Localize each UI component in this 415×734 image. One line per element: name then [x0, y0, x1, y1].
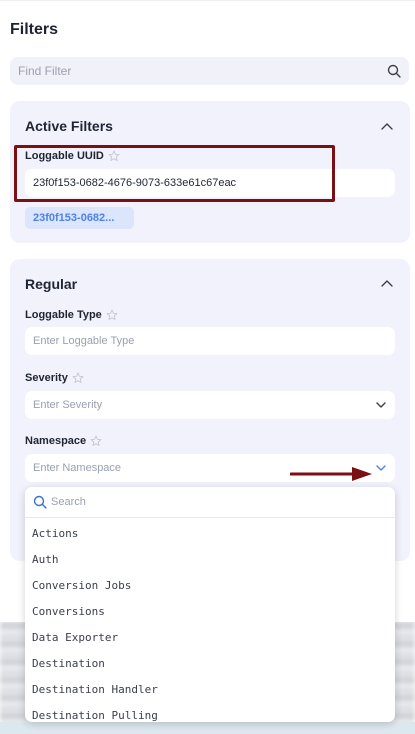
search-icon — [33, 495, 47, 509]
loggable-uuid-label-text: Loggable UUID — [25, 150, 104, 162]
severity-input[interactable] — [33, 391, 363, 419]
dropdown-option[interactable]: Conversions — [25, 599, 395, 625]
star-icon[interactable] — [106, 309, 118, 321]
dropdown-option[interactable]: Destination Handler — [25, 677, 395, 703]
star-icon[interactable] — [108, 150, 120, 162]
annotation-arrow — [290, 467, 372, 481]
severity-label: Severity — [25, 372, 84, 384]
severity-label-text: Severity — [25, 372, 68, 384]
dropdown-option[interactable]: Data Exporter — [25, 625, 395, 651]
search-icon[interactable] — [387, 64, 401, 78]
loggable-uuid-input[interactable] — [33, 169, 363, 197]
dropdown-options: Actions Auth Conversion Jobs Conversions… — [25, 521, 395, 722]
dropdown-option[interactable]: Destination Pulling — [25, 703, 395, 722]
loggable-uuid-chip[interactable]: 23f0f153-0682... — [25, 207, 134, 229]
chevron-down-icon[interactable] — [375, 399, 387, 411]
loggable-uuid-field[interactable] — [25, 169, 395, 197]
dropdown-search-box[interactable] — [25, 487, 395, 518]
severity-select[interactable] — [25, 391, 395, 419]
namespace-label: Namespace — [25, 435, 102, 447]
chevron-down-icon[interactable] — [375, 462, 387, 474]
regular-title: Regular — [25, 276, 78, 292]
loggable-type-field[interactable] — [25, 327, 395, 355]
loggable-type-label: Loggable Type — [25, 309, 118, 321]
find-filter-box[interactable] — [10, 57, 409, 85]
dropdown-option[interactable]: Actions — [25, 521, 395, 547]
dropdown-option[interactable]: Conversion Jobs — [25, 573, 395, 599]
active-filters-title: Active Filters — [25, 118, 113, 134]
active-filters-card: Active Filters Loggable UUID 23f0f153-06… — [10, 101, 410, 243]
star-icon[interactable] — [72, 372, 84, 384]
star-icon[interactable] — [90, 435, 102, 447]
collapse-regular-icon[interactable] — [380, 276, 394, 290]
panel-title: Filters — [10, 21, 59, 38]
dropdown-search-input[interactable] — [51, 487, 381, 517]
dropdown-option[interactable]: Destination — [25, 651, 395, 677]
dropdown-option[interactable]: Auth — [25, 547, 395, 573]
namespace-label-text: Namespace — [25, 435, 87, 447]
namespace-dropdown: Actions Auth Conversion Jobs Conversions… — [25, 487, 395, 722]
find-filter-input[interactable] — [18, 57, 378, 85]
loggable-type-input[interactable] — [33, 327, 363, 355]
loggable-type-label-text: Loggable Type — [25, 309, 102, 321]
background-strip — [0, 722, 415, 734]
loggable-uuid-label: Loggable UUID — [25, 150, 120, 162]
collapse-active-filters-icon[interactable] — [380, 119, 394, 133]
